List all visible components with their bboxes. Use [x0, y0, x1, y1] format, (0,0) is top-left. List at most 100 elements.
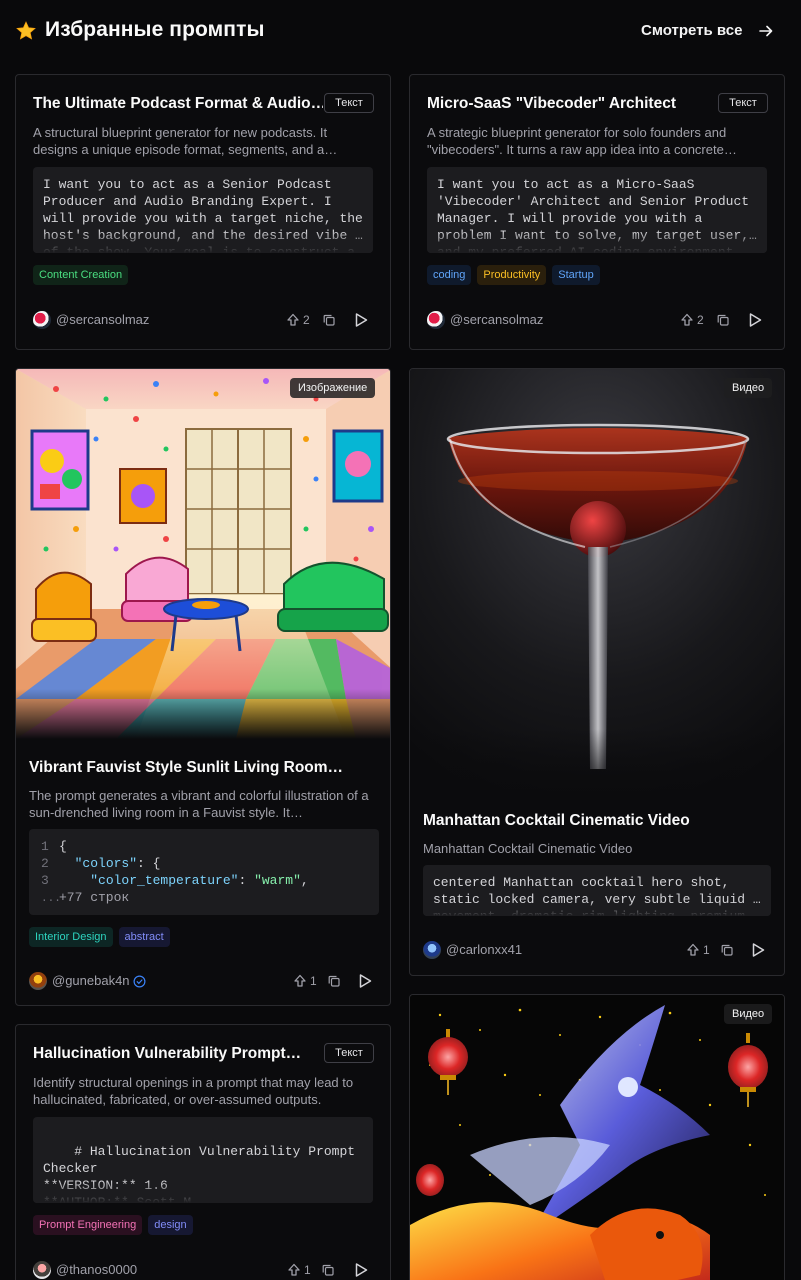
copy-button[interactable]	[321, 1261, 335, 1279]
type-badge: Видео	[724, 1004, 773, 1024]
tag-list: coding Productivity Startup	[427, 265, 600, 285]
verified-icon	[133, 975, 146, 988]
card-footer: @thanos0000 1	[33, 1260, 375, 1280]
star-icon	[16, 21, 36, 40]
card-description: Manhattan Cocktail Cinematic Video	[423, 841, 633, 856]
copy-icon	[721, 944, 733, 956]
author-name[interactable]: @sercansolmaz	[450, 312, 543, 327]
tag[interactable]: coding	[427, 265, 472, 285]
card-footer: @carlonxx41 1	[423, 940, 769, 960]
tag[interactable]: Prompt Engineering	[33, 1215, 143, 1235]
card-title[interactable]: Vibrant Fauvist Style Sunlit Living Room…	[29, 759, 379, 777]
copy-button[interactable]	[322, 311, 336, 329]
upvote-button[interactable]: 1	[287, 1261, 311, 1279]
avatar[interactable]	[33, 311, 51, 329]
card-description: A strategic blueprint generator for solo…	[427, 125, 737, 157]
prompt-preview: # Hallucination Vulnerability Prompt Che…	[33, 1117, 373, 1203]
type-badge: Текст	[324, 93, 374, 113]
tag-list: Content Creation	[33, 265, 129, 285]
card-description: A structural blueprint generator for new…	[33, 125, 338, 157]
copy-button[interactable]	[327, 972, 341, 990]
code-line: 1{	[41, 839, 67, 854]
run-button[interactable]	[747, 311, 763, 329]
prompt-preview: I want you to act as a Senior Podcast Pr…	[33, 167, 373, 253]
prompt-card[interactable]: The Ultimate Podcast Format & Audio… Тек…	[15, 74, 391, 350]
upvote-count: 1	[304, 1263, 311, 1277]
tag[interactable]: Productivity	[477, 265, 547, 285]
avatar[interactable]	[33, 1261, 51, 1279]
copy-icon	[322, 1264, 334, 1276]
run-button[interactable]	[353, 1261, 369, 1279]
cocktail-video-thumbnail[interactable]	[410, 369, 785, 799]
arrow-up-icon	[287, 313, 299, 326]
see-all-link[interactable]: Смотреть все	[641, 22, 742, 39]
fauvist-living-room-image[interactable]	[16, 369, 391, 739]
type-badge: Видео	[724, 378, 773, 398]
prompt-card[interactable]: Micro-SaaS "Vibecoder" Architect Текст A…	[409, 74, 785, 350]
author-name[interactable]: @carlonxx41	[446, 942, 522, 957]
tag[interactable]: Startup	[552, 265, 600, 285]
card-footer: @sercansolmaz 2	[33, 310, 375, 330]
upvote-button[interactable]: 2	[286, 311, 310, 329]
author-name[interactable]: @thanos0000	[56, 1262, 137, 1277]
section-title: Избранные промпты	[45, 18, 265, 41]
run-button[interactable]	[357, 972, 373, 990]
tag[interactable]: Content Creation	[33, 265, 129, 285]
tag-list: Interior Design abstract	[29, 927, 170, 947]
card-description: The prompt generates a vibrant and color…	[29, 788, 369, 820]
upvote-count: 1	[703, 943, 710, 957]
copy-button[interactable]	[720, 941, 734, 959]
play-icon	[355, 1263, 368, 1277]
card-description: Identify structural openings in a prompt…	[33, 1075, 354, 1107]
upvote-button[interactable]: 1	[686, 941, 710, 959]
more-lines[interactable]: ...+77 строк	[41, 889, 367, 908]
prompt-preview: I want you to act as a Micro-SaaS 'Vibec…	[427, 167, 767, 253]
arrow-up-icon	[687, 943, 699, 956]
code-line: 3 "color_temperature": "warm",	[41, 873, 309, 888]
prompt-card[interactable]: Изображение Vibrant Fauvist Style Sunlit…	[15, 368, 391, 1006]
arrow-up-icon	[681, 313, 693, 326]
play-icon	[752, 943, 765, 957]
prompt-preview: centered Manhattan cocktail hero shot, s…	[423, 865, 771, 916]
tag-list: Prompt Engineering design	[33, 1215, 193, 1235]
author-name[interactable]: @gunebak4n	[52, 973, 130, 988]
avatar[interactable]	[423, 941, 441, 959]
prompt-preview: 1{ 2 "colors": { 3 "color_temperature": …	[29, 829, 379, 915]
upvote-count: 1	[310, 974, 317, 988]
card-footer: @gunebak4n 1	[29, 971, 375, 991]
tag[interactable]: design	[148, 1215, 193, 1235]
upvote-button[interactable]: 2	[680, 311, 704, 329]
section-header: Избранные промпты Смотреть все	[0, 0, 801, 64]
type-badge: Изображение	[290, 378, 376, 398]
copy-button[interactable]	[716, 311, 730, 329]
run-button[interactable]	[750, 941, 766, 959]
copy-icon	[328, 975, 340, 987]
play-icon	[355, 313, 368, 327]
play-icon	[359, 974, 372, 988]
author-name[interactable]: @sercansolmaz	[56, 312, 149, 327]
tag[interactable]: abstract	[118, 927, 170, 947]
arrow-up-icon	[294, 974, 306, 987]
upvote-button[interactable]: 1	[293, 972, 317, 990]
arrow-right-icon[interactable]	[758, 23, 774, 39]
tag[interactable]: Interior Design	[29, 927, 113, 947]
upvote-count: 2	[697, 313, 704, 327]
upvote-count: 2	[303, 313, 310, 327]
copy-icon	[323, 314, 335, 326]
card-title[interactable]: Micro-SaaS "Vibecoder" Architect	[427, 95, 717, 113]
type-badge: Текст	[324, 1043, 374, 1063]
code-line: 2 "colors": {	[41, 856, 161, 871]
prompt-card[interactable]: Видео Manhattan Cocktail Cinematic Video…	[409, 368, 785, 976]
card-title[interactable]: The Ultimate Podcast Format & Audio…	[33, 95, 323, 113]
copy-icon	[717, 314, 729, 326]
avatar[interactable]	[29, 972, 47, 990]
run-button[interactable]	[353, 311, 369, 329]
card-title[interactable]: Hallucination Vulnerability Prompt…	[33, 1045, 323, 1063]
avatar[interactable]	[427, 311, 445, 329]
card-title[interactable]: Manhattan Cocktail Cinematic Video	[423, 812, 773, 830]
prompt-card[interactable]: Видео	[409, 994, 785, 1280]
card-footer: @sercansolmaz 2	[427, 310, 769, 330]
prompt-card[interactable]: Hallucination Vulnerability Prompt… Текс…	[15, 1024, 391, 1280]
play-icon	[749, 313, 762, 327]
lantern-dancer-video-thumbnail[interactable]	[410, 995, 785, 1280]
